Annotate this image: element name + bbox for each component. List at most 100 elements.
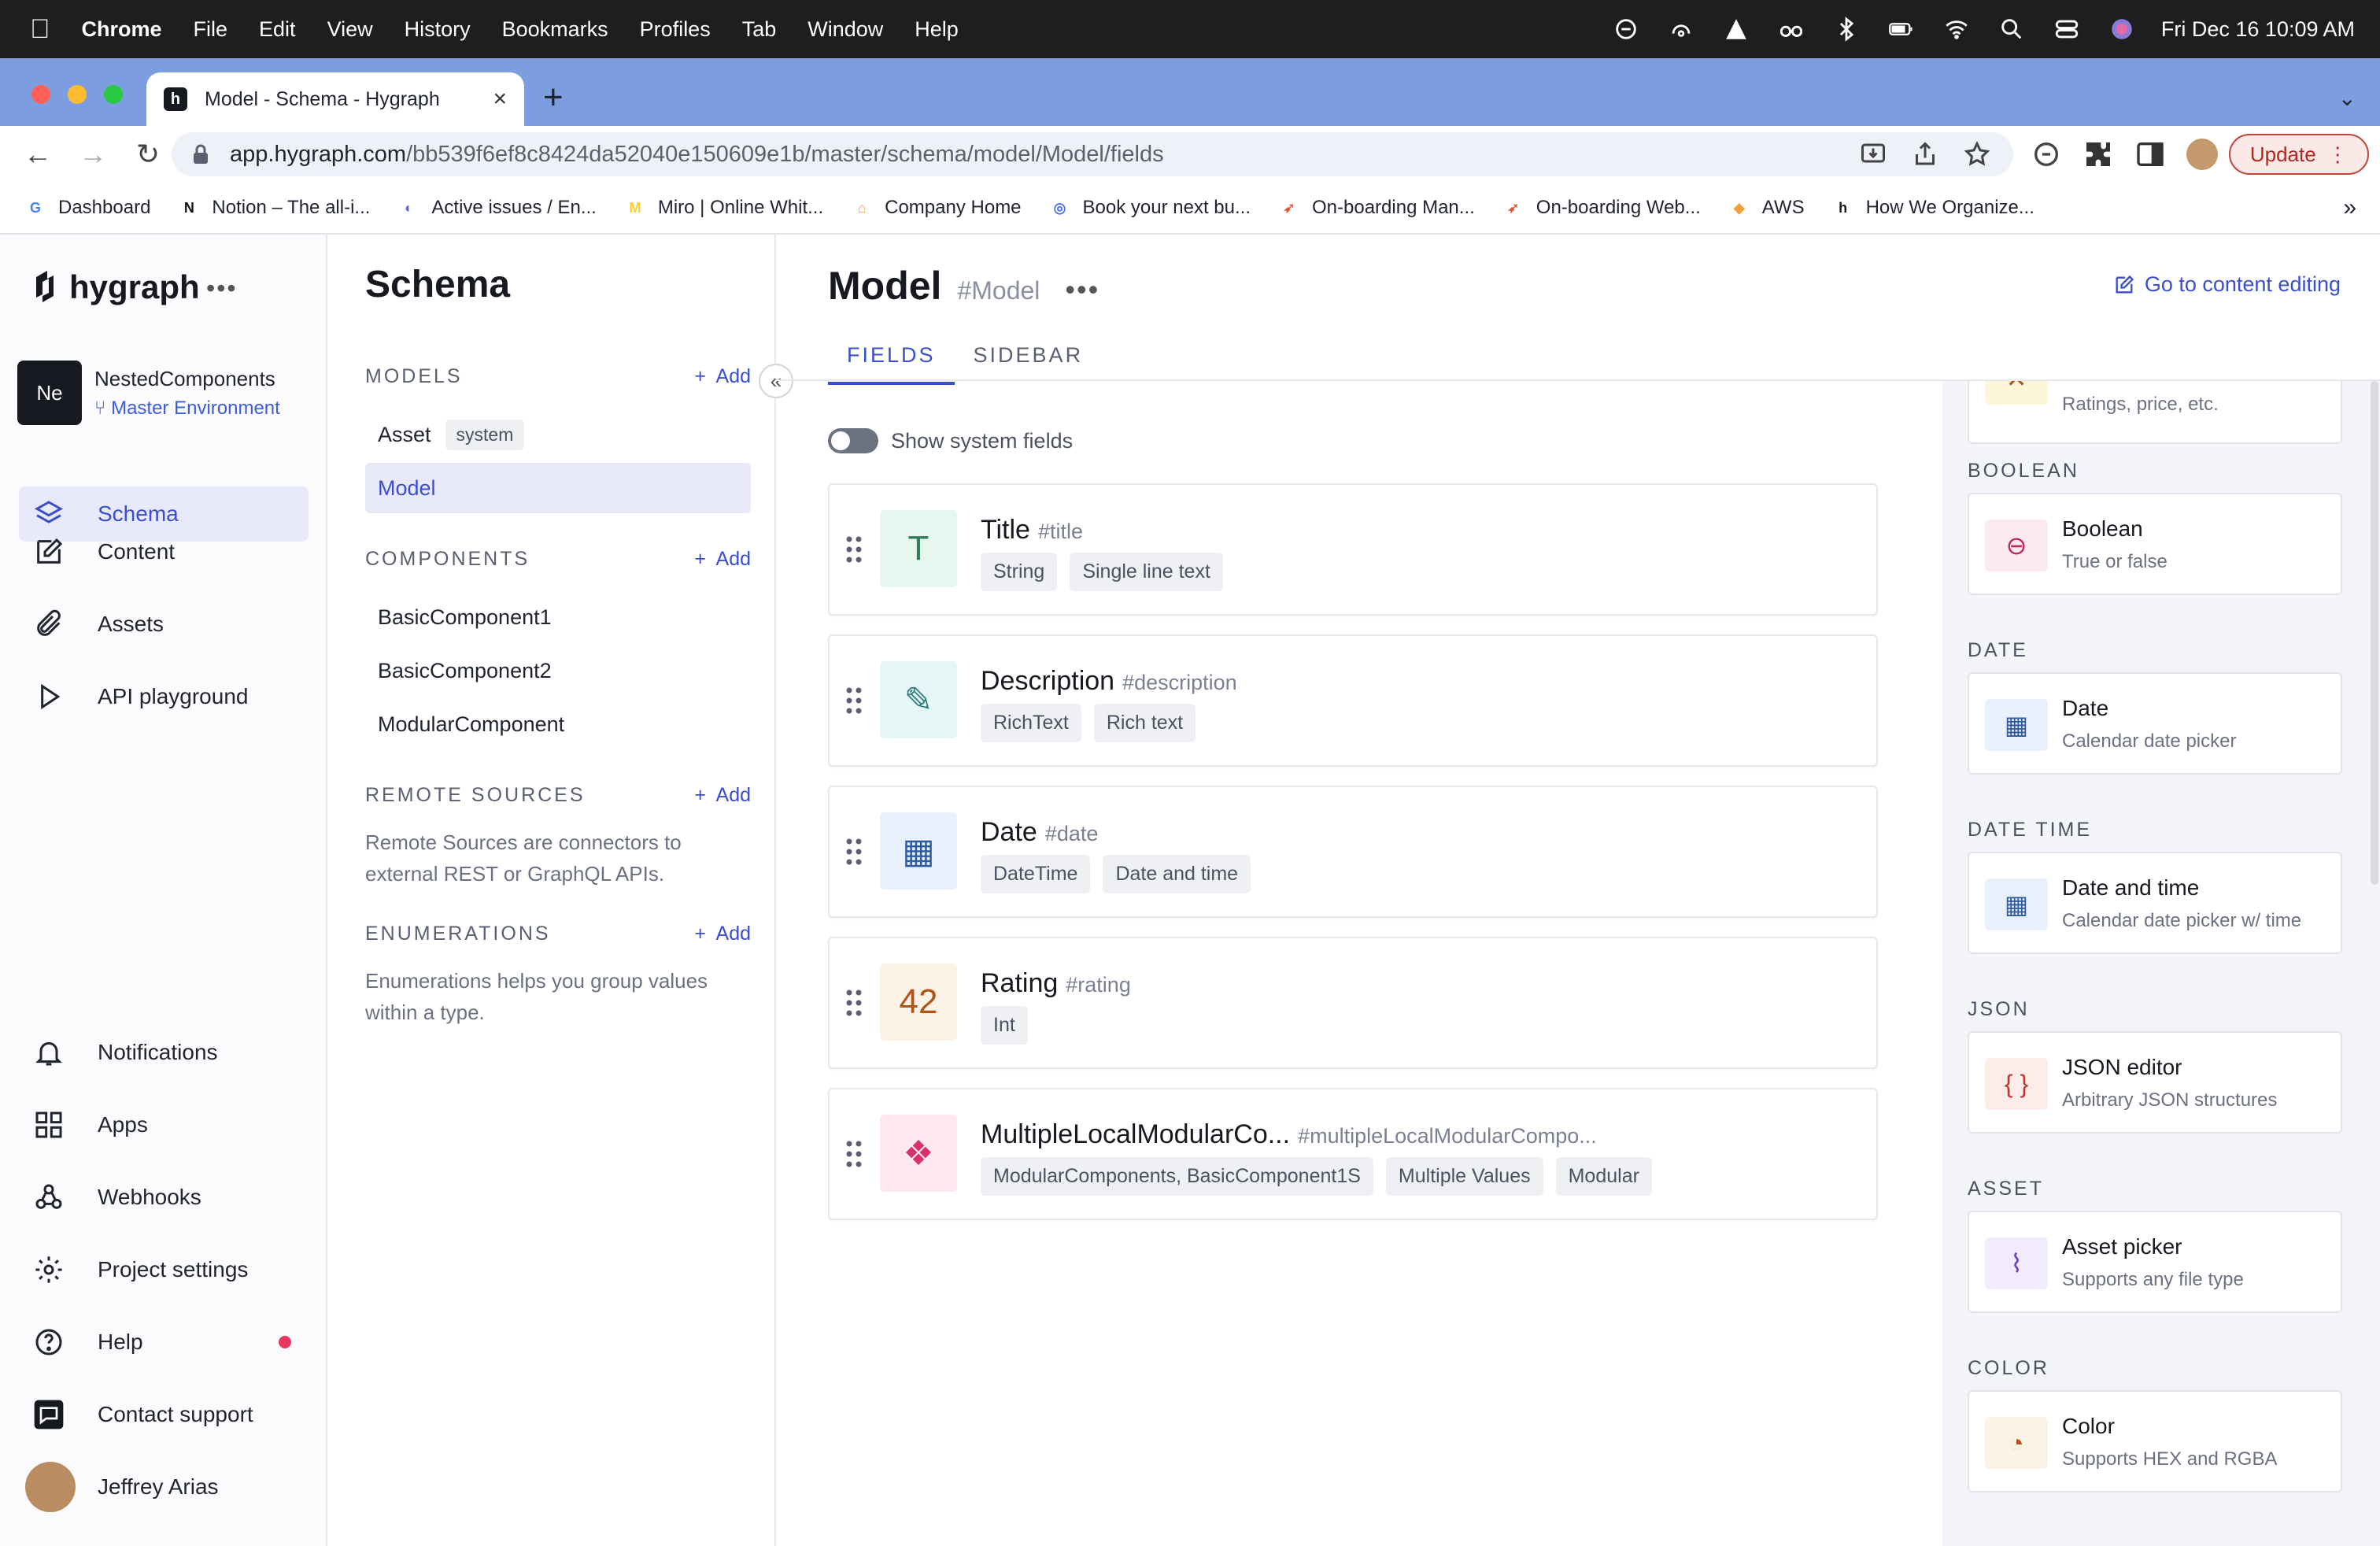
sidebar-item-content[interactable]: Content bbox=[19, 524, 309, 579]
sidebar-item-assets[interactable]: Assets bbox=[19, 597, 309, 652]
sidebar-item-webhooks[interactable]: Webhooks bbox=[19, 1170, 309, 1225]
add-model-button[interactable]: + Add bbox=[694, 365, 751, 388]
bookmark-item[interactable]: ◆ AWS bbox=[1728, 196, 1805, 220]
bookmark-item[interactable]: ◎ Book your next bu... bbox=[1048, 196, 1251, 220]
field-type-card[interactable]: ▦ Date Calendar date picker bbox=[1968, 672, 2342, 775]
environment-link[interactable]: ⑂ Master Environment bbox=[94, 398, 280, 420]
more-bookmarks-icon[interactable]: » bbox=[2343, 194, 2356, 221]
sidebar-item-apps[interactable]: Apps bbox=[19, 1097, 309, 1152]
window-minimize-button[interactable] bbox=[68, 85, 87, 104]
bookmark-item[interactable]: ➶ On-boarding Man... bbox=[1277, 196, 1474, 220]
hygraph-logo[interactable]: hygraph bbox=[31, 266, 200, 309]
sidebar-item-project-settings[interactable]: Project settings bbox=[19, 1242, 309, 1297]
show-system-fields-toggle[interactable] bbox=[828, 428, 878, 453]
model-menu-icon[interactable]: ••• bbox=[1065, 273, 1099, 306]
model-item-model[interactable]: Model bbox=[365, 463, 751, 513]
window-zoom-button[interactable] bbox=[104, 85, 123, 104]
sidebar-item-help[interactable]: Help bbox=[19, 1315, 309, 1370]
field-type-card-number[interactable]: ✕ Ratings, price, etc. bbox=[1968, 381, 2342, 444]
user-avatar bbox=[25, 1462, 76, 1512]
menu-history[interactable]: History bbox=[405, 17, 471, 42]
battery-icon[interactable] bbox=[1886, 13, 1917, 45]
menu-bookmarks[interactable]: Bookmarks bbox=[502, 17, 608, 42]
share-icon[interactable] bbox=[1911, 140, 1939, 168]
status-icon-3[interactable] bbox=[1720, 13, 1752, 45]
browser-tab-active[interactable]: h Model - Schema - Hygraph × bbox=[146, 72, 524, 126]
extension-icon-1[interactable] bbox=[2031, 139, 2062, 170]
tab-search-chevron-icon[interactable]: ⌄ bbox=[2338, 85, 2356, 111]
go-to-content-editing-link[interactable]: Go to content editing bbox=[2113, 272, 2341, 297]
new-tab-button[interactable]: + bbox=[543, 80, 564, 115]
bookmark-item[interactable]: N Notion – The all-i... bbox=[177, 196, 371, 220]
bookmark-item[interactable]: ◐ Active issues / En... bbox=[397, 196, 597, 220]
menu-tab[interactable]: Tab bbox=[742, 17, 777, 42]
field-type-card[interactable]: ⌇ Asset picker Supports any file type bbox=[1968, 1211, 2342, 1313]
back-button[interactable]: ← bbox=[20, 138, 55, 171]
glasses-icon[interactable] bbox=[1776, 13, 1807, 45]
component-item-basiccomponent2[interactable]: BasicComponent2 bbox=[365, 645, 751, 696]
field-type-card[interactable]: ⊖ Boolean True or false bbox=[1968, 493, 2342, 595]
window-close-button[interactable] bbox=[31, 85, 50, 104]
panel-scrollbar[interactable] bbox=[2371, 381, 2378, 885]
apple-icon[interactable]:  bbox=[30, 14, 50, 45]
project-menu-icon[interactable]: ••• bbox=[206, 274, 238, 303]
drag-handle-icon[interactable] bbox=[845, 1140, 863, 1168]
bookmark-item[interactable]: ➶ On-boarding Web... bbox=[1502, 196, 1701, 220]
control-center-icon[interactable] bbox=[2051, 13, 2082, 45]
user-menu[interactable]: Jeffrey Arias bbox=[19, 1459, 309, 1515]
menu-app-name[interactable]: Chrome bbox=[82, 17, 162, 42]
field-type-section-label: JSON bbox=[1968, 998, 2030, 1020]
drag-handle-icon[interactable] bbox=[845, 535, 863, 564]
menu-help[interactable]: Help bbox=[915, 17, 959, 42]
field-card[interactable]: ❖ MultipleLocalModularCo... #multipleLocal… bbox=[828, 1088, 1878, 1220]
field-card[interactable]: T Title #title String Single line text bbox=[828, 483, 1878, 616]
drag-handle-icon[interactable] bbox=[845, 989, 863, 1017]
reload-button[interactable]: ↻ bbox=[131, 138, 165, 171]
sidebar-item-api-playground[interactable]: API playground bbox=[19, 669, 309, 724]
bookmark-star-icon[interactable] bbox=[1963, 140, 1991, 168]
sidebar-item-contact-support[interactable]: Contact support bbox=[19, 1387, 309, 1442]
model-item-asset[interactable]: Asset system bbox=[365, 409, 751, 460]
calendar-icon: ▦ bbox=[1985, 699, 2048, 751]
bookmark-item[interactable]: h How We Organize... bbox=[1831, 196, 2034, 220]
field-type-card[interactable]: ◔ Color Supports HEX and RGBA bbox=[1968, 1390, 2342, 1492]
bookmark-item[interactable]: ⌂ Company Home bbox=[850, 196, 1022, 220]
install-icon[interactable] bbox=[1859, 140, 1887, 168]
tab-close-icon[interactable]: × bbox=[493, 86, 507, 113]
spotlight-search-icon[interactable] bbox=[1996, 13, 2027, 45]
bluetooth-icon[interactable] bbox=[1831, 13, 1862, 45]
bookmark-item[interactable]: G Dashboard bbox=[24, 196, 150, 220]
field-api-id: #title bbox=[1037, 520, 1084, 543]
menu-edit[interactable]: Edit bbox=[259, 17, 296, 42]
menu-window[interactable]: Window bbox=[808, 17, 883, 42]
siri-icon[interactable] bbox=[2106, 13, 2138, 45]
field-card[interactable]: ✎ Description #description RichText Rich tex… bbox=[828, 634, 1878, 767]
component-item-modularcomponent[interactable]: ModularComponent bbox=[365, 699, 751, 749]
sidebar-item-notifications[interactable]: Notifications bbox=[19, 1025, 309, 1080]
drag-handle-icon[interactable] bbox=[845, 838, 863, 866]
field-card[interactable]: 42 Rating #rating Int bbox=[828, 937, 1878, 1069]
field-type-card[interactable]: ▦ Date and time Calendar date picker w/ ti… bbox=[1968, 852, 2342, 954]
component-item-basiccomponent1[interactable]: BasicComponent1 bbox=[365, 592, 751, 642]
profile-avatar[interactable] bbox=[2186, 139, 2218, 170]
field-type-card[interactable]: { } JSON editor Arbitrary JSON structures bbox=[1968, 1031, 2342, 1134]
status-icon-1[interactable] bbox=[1610, 13, 1642, 45]
status-icon-2[interactable] bbox=[1665, 13, 1697, 45]
menubar-clock[interactable]: Fri Dec 16 10:09 AM bbox=[2161, 17, 2355, 42]
menu-view[interactable]: View bbox=[327, 17, 373, 42]
update-button[interactable]: Update ⋮ bbox=[2229, 134, 2369, 175]
drag-handle-icon[interactable] bbox=[845, 686, 863, 715]
menu-profiles[interactable]: Profiles bbox=[640, 17, 711, 42]
add-enumeration-button[interactable]: + Add bbox=[694, 923, 751, 945]
menu-file[interactable]: File bbox=[194, 17, 228, 42]
field-card[interactable]: ▦ Date #date DateTime Date and time bbox=[828, 786, 1878, 918]
add-remote-source-button[interactable]: + Add bbox=[694, 784, 751, 807]
forward-button[interactable]: → bbox=[76, 138, 110, 171]
extensions-puzzle-icon[interactable] bbox=[2082, 139, 2114, 170]
bookmark-item[interactable]: M Miro | Online Whit... bbox=[623, 196, 823, 220]
address-bar[interactable]: app.hygraph.com/bb539f6ef8c8424da52040e1… bbox=[172, 132, 2013, 176]
wifi-icon[interactable] bbox=[1941, 13, 1972, 45]
project-switcher[interactable]: Ne NestedComponents ⑂ Master Environment bbox=[17, 359, 320, 427]
side-panel-icon[interactable] bbox=[2134, 139, 2166, 170]
add-component-button[interactable]: + Add bbox=[694, 548, 751, 571]
